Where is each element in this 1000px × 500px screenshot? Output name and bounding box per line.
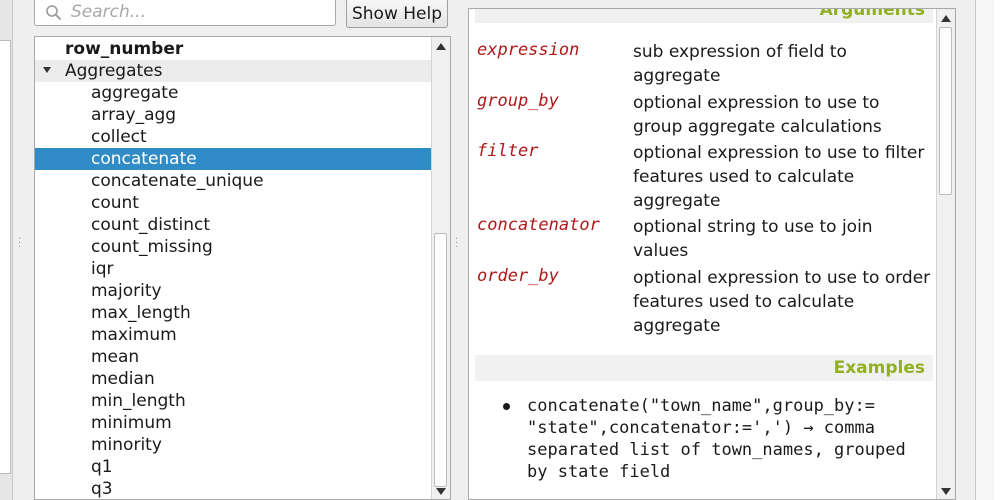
tree-item-label: count_distinct [91,215,211,235]
argument-description: optional expression to use to group aggr… [633,93,882,137]
tree-item-label: minority [91,435,162,455]
tree-item[interactable]: concatenate_unique [35,170,432,192]
splitter-handle-middle[interactable]: · · · [455,235,458,253]
tree-item[interactable]: minimum [35,412,432,434]
show-help-button[interactable]: Show Help [346,0,448,28]
tree-item-label: count_missing [91,237,213,257]
tree-item[interactable]: aggregate [35,82,432,104]
tree-item-label: array_agg [91,105,177,125]
search-input[interactable] [71,1,331,23]
examples-heading: Examples [475,355,933,381]
tree-item[interactable]: minority [35,434,432,456]
argument-name: group_by [477,91,559,111]
argument-description: sub expression of field to aggregate [633,42,847,86]
tree-item-label: aggregate [91,83,179,103]
tree-item-label: minimum [91,413,172,433]
tree-item-label: concatenate_unique [91,171,264,191]
tree-item[interactable]: row_number [35,38,432,60]
scroll-up-arrow-icon[interactable] [436,43,446,50]
tree-scrollbar-thumb[interactable] [434,233,447,487]
function-help-panel: Arguments expression sub expression of f… [468,8,956,500]
tree-item-label: q3 [91,479,113,499]
argument-description: optional expression to use to order feat… [633,268,931,336]
tree-item-label: min_length [91,391,186,411]
tree-item[interactable]: count [35,192,432,214]
tree-item[interactable]: concatenate [35,148,432,170]
tree-item-label: row_number [65,39,184,59]
tree-item[interactable]: array_agg [35,104,432,126]
arguments-heading: Arguments [475,9,933,23]
argument-name: order_by [477,266,559,286]
search-box[interactable] [34,0,336,26]
tree-item-label: collect [91,127,147,147]
help-scrollbar-thumb[interactable] [939,27,952,195]
bullet-icon [503,403,510,410]
argument-description: optional string to use to join values [633,217,873,261]
argument-name: concatenator [477,215,600,235]
tree-item[interactable]: collect [35,126,432,148]
tree-item[interactable]: maximum [35,324,432,346]
tree-item[interactable]: mean [35,346,432,368]
examples-list: concatenate("town_name",group_by:= "stat… [497,395,917,483]
scroll-down-arrow-icon[interactable] [941,488,951,495]
splitter-handle-left[interactable]: · · · [18,235,21,253]
tree-item[interactable]: iqr [35,258,432,280]
tree-item-label: iqr [91,259,114,279]
right-panel-content-edge [994,0,1000,500]
left-panel-edge [0,40,11,474]
tree-item[interactable]: q1 [35,456,432,478]
example-item: concatenate("town_name",group_by:= "stat… [497,395,917,483]
argument-description: optional expression to use to filter fea… [633,143,925,211]
search-icon [46,5,62,21]
tree-item-label: q1 [91,457,113,477]
tree-item[interactable]: count_distinct [35,214,432,236]
tree-item-label: max_length [91,303,191,323]
tree-item[interactable]: majority [35,280,432,302]
tree-item[interactable]: median [35,368,432,390]
tree-item-label: Aggregates [65,61,163,81]
function-tree[interactable]: row_number Aggregates aggregate array_agg co… [34,36,451,500]
help-scrollbar[interactable] [936,9,955,499]
argument-name: expression [477,40,580,60]
tree-item[interactable]: max_length [35,302,432,324]
example-code: concatenate("town_name",group_by:= "stat… [527,396,906,482]
right-panel-edge [975,0,1000,500]
tree-item-label: mean [91,347,140,367]
tree-item[interactable]: min_length [35,390,432,412]
tree-item-label: maximum [91,325,177,345]
scroll-down-arrow-icon[interactable] [436,488,446,495]
tree-item-label: majority [91,281,162,301]
argument-name: filter [477,141,539,161]
expand-arrow-icon[interactable] [43,67,51,73]
tree-scrollbar[interactable] [431,37,450,499]
tree-item-label: count [91,193,139,213]
tree-item[interactable]: count_missing [35,236,432,258]
tree-item-label: median [91,369,155,389]
tree-group-row[interactable]: Aggregates [35,60,432,82]
scroll-up-arrow-icon[interactable] [941,15,951,22]
tree-item[interactable]: q3 [35,478,432,499]
tree-item-label: concatenate [91,149,197,169]
